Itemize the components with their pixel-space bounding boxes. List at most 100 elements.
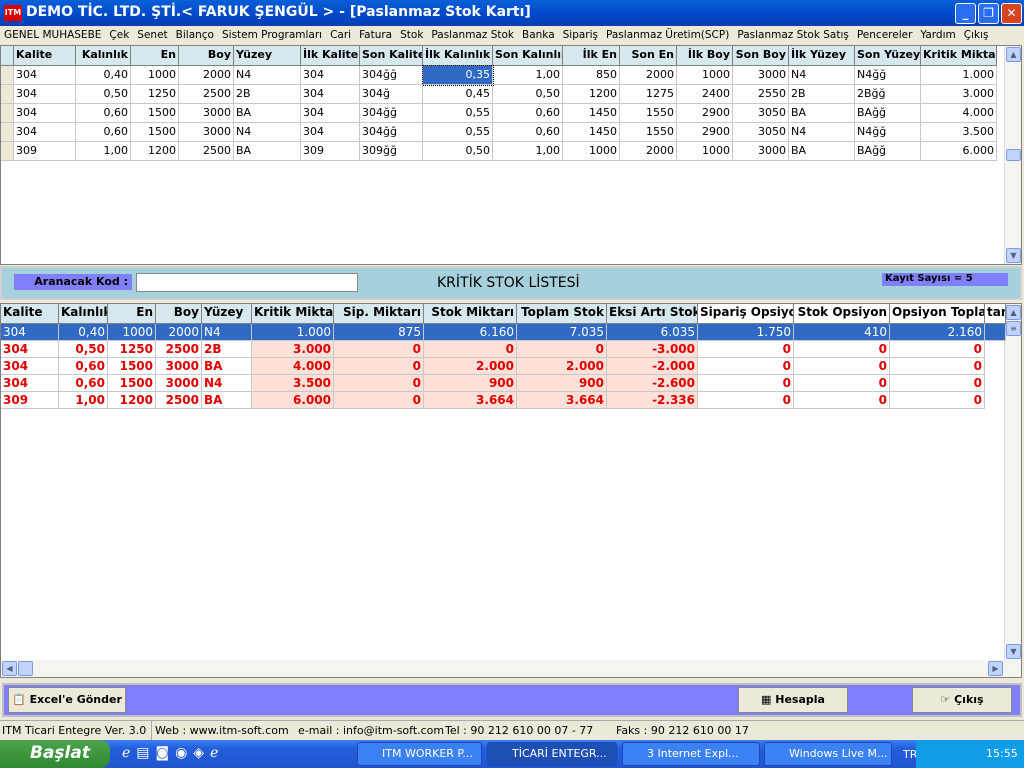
table-cell[interactable]: 1.750 xyxy=(698,324,794,341)
table-cell[interactable]: 304 xyxy=(1,341,59,358)
table-cell[interactable]: 0 xyxy=(698,392,794,409)
column-header[interactable]: Yüzey xyxy=(234,46,301,66)
table-cell[interactable]: -2.336 xyxy=(607,392,698,409)
table-cell[interactable]: 2550 xyxy=(733,85,789,104)
table-cell[interactable]: 1000 xyxy=(108,324,156,341)
menu-item[interactable]: Senet xyxy=(133,26,171,41)
scroll-down-icon[interactable]: ▼ xyxy=(1006,644,1021,659)
table-cell[interactable]: N4 xyxy=(202,324,252,341)
table-cell[interactable]: 0 xyxy=(794,358,890,375)
table-cell[interactable]: 1000 xyxy=(677,66,733,85)
column-header[interactable]: Son En xyxy=(620,46,677,66)
row-indicator[interactable] xyxy=(1,123,14,142)
table-cell[interactable]: 0 xyxy=(698,375,794,392)
table-cell[interactable]: -2.600 xyxy=(607,375,698,392)
table-cell[interactable]: 3000 xyxy=(179,104,234,123)
table-cell[interactable]: 0,60 xyxy=(493,123,563,142)
table-cell[interactable]: 1450 xyxy=(563,123,620,142)
table-cell[interactable]: 3.000 xyxy=(921,85,997,104)
task-ie[interactable]: 3 Internet Expl... xyxy=(622,742,760,766)
table-cell[interactable]: 3.000 xyxy=(252,341,334,358)
column-header[interactable]: Son Kalite xyxy=(360,46,423,66)
table-cell[interactable]: 1,00 xyxy=(76,142,131,161)
table-cell[interactable]: 900 xyxy=(424,375,517,392)
table-cell[interactable]: N4ğğ xyxy=(855,123,921,142)
table-cell[interactable]: 6.160 xyxy=(424,324,517,341)
table-cell[interactable]: BAğğ xyxy=(855,142,921,161)
column-header[interactable]: Sipariş Opsiyon xyxy=(698,304,794,324)
table-cell[interactable]: 1500 xyxy=(131,104,179,123)
table-cell[interactable]: 304 xyxy=(301,85,360,104)
table-cell[interactable]: 3.664 xyxy=(424,392,517,409)
column-header[interactable]: Stok Miktarı xyxy=(424,304,517,324)
menu-item[interactable]: Cari xyxy=(326,26,355,41)
table-cell[interactable]: 2B xyxy=(202,341,252,358)
table-cell[interactable]: 2.000 xyxy=(424,358,517,375)
column-header[interactable]: İlk Yüzey xyxy=(789,46,855,66)
column-header[interactable]: Sip. Miktarı xyxy=(334,304,424,324)
table-cell[interactable]: 0,45 xyxy=(423,85,493,104)
table-cell[interactable]: 1250 xyxy=(131,85,179,104)
close-button[interactable]: ✕ xyxy=(1001,3,1022,24)
column-header[interactable]: Kalınlık xyxy=(76,46,131,66)
table-cell[interactable]: 1200 xyxy=(563,85,620,104)
row-indicator[interactable] xyxy=(1,66,14,85)
table-cell[interactable]: BA xyxy=(789,104,855,123)
table-cell[interactable]: 3.664 xyxy=(517,392,607,409)
table-cell[interactable]: 2B xyxy=(234,85,301,104)
table-cell[interactable]: 410 xyxy=(794,324,890,341)
table-cell[interactable]: 309 xyxy=(301,142,360,161)
table-cell[interactable]: 4.000 xyxy=(252,358,334,375)
column-header[interactable]: Kalite xyxy=(14,46,76,66)
table-cell[interactable]: -3.000 xyxy=(607,341,698,358)
quick-launch-icons[interactable]: ℯ▤◙◉◈ℯ xyxy=(122,745,224,761)
table-cell[interactable]: 2500 xyxy=(156,341,202,358)
table-cell[interactable]: 0 xyxy=(334,375,424,392)
table-cell[interactable]: 0,40 xyxy=(59,324,108,341)
task-live[interactable]: Windows Live M... xyxy=(764,742,892,766)
table-cell[interactable]: 875 xyxy=(334,324,424,341)
table-cell[interactable]: 1550 xyxy=(620,123,677,142)
column-header[interactable]: Boy xyxy=(156,304,202,324)
table-cell[interactable]: 1500 xyxy=(108,375,156,392)
menu-item[interactable]: Paslanmaz Stok Satış xyxy=(733,26,853,41)
table-cell[interactable]: 2000 xyxy=(156,324,202,341)
calculate-button[interactable]: ▦ Hesapla xyxy=(738,687,848,713)
table-cell[interactable]: 2000 xyxy=(620,66,677,85)
task-ticari[interactable]: TİCARİ ENTEGR... xyxy=(487,742,617,766)
table-cell[interactable]: 0,60 xyxy=(59,358,108,375)
menu-item[interactable]: Sistem Programları xyxy=(218,26,326,41)
table-cell[interactable]: 2500 xyxy=(179,142,234,161)
table-cell[interactable]: 309 xyxy=(14,142,76,161)
table-cell[interactable]: 304ğğ xyxy=(360,104,423,123)
table-cell[interactable]: 2000 xyxy=(179,66,234,85)
table-cell[interactable]: 2.000 xyxy=(517,358,607,375)
excel-export-button[interactable]: 📋 Excel'e Gönder xyxy=(8,687,126,713)
column-header[interactable]: En xyxy=(108,304,156,324)
column-header[interactable]: İlk En xyxy=(563,46,620,66)
table-cell[interactable]: BA xyxy=(234,104,301,123)
table-cell[interactable]: 304 xyxy=(301,66,360,85)
column-header[interactable]: Kalınlık xyxy=(59,304,108,324)
table-cell[interactable]: 1500 xyxy=(108,358,156,375)
menu-item[interactable]: Pencereler xyxy=(853,26,917,41)
table-cell[interactable]: 304 xyxy=(14,123,76,142)
scroll-right-icon[interactable]: ▶ xyxy=(988,661,1003,676)
table-cell[interactable]: N4 xyxy=(234,66,301,85)
table-cell[interactable]: 2900 xyxy=(677,123,733,142)
menu-item[interactable]: Paslanmaz Üretim(SCP) xyxy=(602,26,733,41)
column-header[interactable]: Son Boy xyxy=(733,46,789,66)
start-button[interactable]: Başlat xyxy=(0,740,110,768)
table-cell[interactable]: 4.000 xyxy=(921,104,997,123)
table-cell[interactable]: 0 xyxy=(698,341,794,358)
row-indicator[interactable] xyxy=(1,85,14,104)
table-cell[interactable]: BAğğ xyxy=(855,104,921,123)
table-cell[interactable]: N4 xyxy=(202,375,252,392)
table-cell[interactable]: 2500 xyxy=(179,85,234,104)
table-cell[interactable]: 1000 xyxy=(563,142,620,161)
table-cell[interactable]: 3000 xyxy=(733,66,789,85)
table-cell[interactable]: 3000 xyxy=(179,123,234,142)
table-cell[interactable]: 850 xyxy=(563,66,620,85)
table-cell[interactable]: 1.000 xyxy=(252,324,334,341)
table-cell[interactable]: 3.500 xyxy=(252,375,334,392)
